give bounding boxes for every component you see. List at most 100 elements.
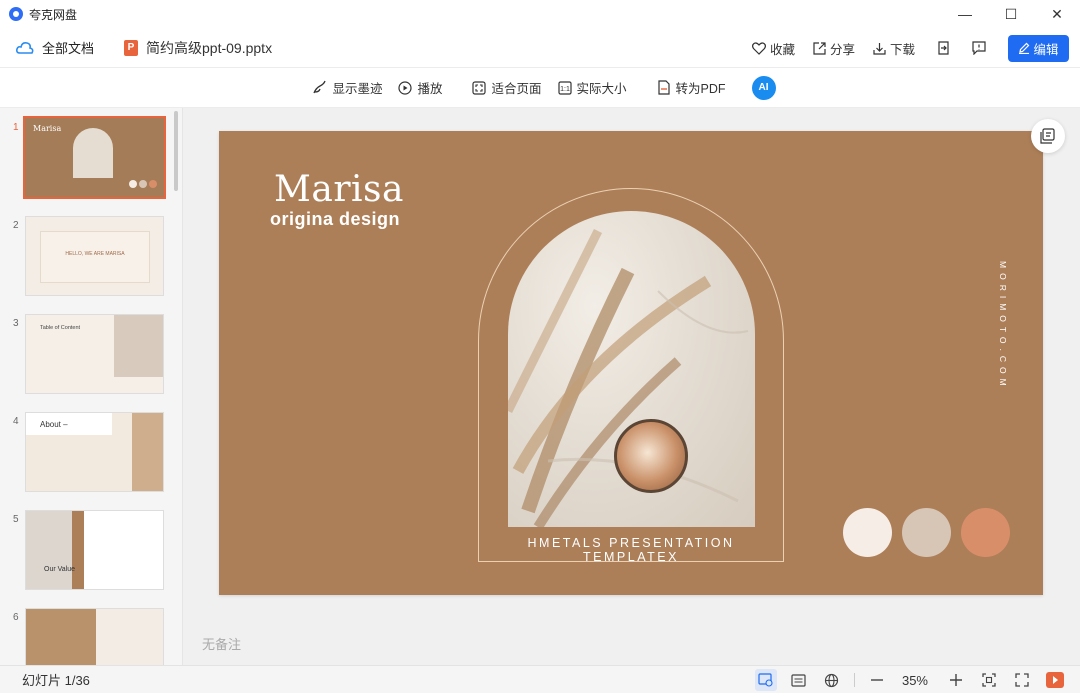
slide-thumbnail-panel: 1 Marisa 2 HELLO, WE ARE MARISA 3 Table … (0, 108, 183, 665)
plus-icon (950, 674, 962, 686)
minus-icon (870, 679, 883, 681)
fit-window-button[interactable] (978, 669, 1000, 691)
globe-icon (825, 673, 839, 687)
ai-assistant-button[interactable]: AI (751, 75, 776, 100)
web-view-button[interactable] (821, 669, 843, 691)
actual-size-icon: 1:1 (557, 80, 572, 95)
cloud-icon (16, 41, 34, 54)
zoom-in-button[interactable] (945, 669, 967, 691)
all-docs-link[interactable]: 全部文档 (42, 38, 94, 57)
thumbnail-photo (132, 413, 163, 491)
close-button[interactable]: ✕ (1034, 0, 1080, 28)
fullscreen-icon (1015, 673, 1029, 687)
normal-view-icon (758, 673, 774, 687)
arch-photo (508, 211, 755, 527)
thumbnail-item[interactable]: 4 About – (0, 412, 176, 498)
keyboard-icon (791, 673, 807, 687)
pdf-icon (657, 80, 670, 95)
thumbnail-swatch (149, 180, 157, 188)
ink-icon (313, 80, 327, 94)
color-swatch-light (843, 508, 892, 557)
thumbnail-stripe (72, 511, 84, 589)
favorite-label: 收藏 (769, 42, 795, 57)
thumbnail-slide-1[interactable]: Marisa (23, 116, 166, 199)
thumbnail-arch (73, 128, 113, 178)
thumbnail-item[interactable]: 2 HELLO, WE ARE MARISA (0, 216, 176, 302)
thumbnail-number: 4 (13, 416, 19, 427)
slideshow-play-icon (1046, 672, 1064, 688)
slide-title: Marisa (274, 169, 404, 210)
app-logo-icon (9, 7, 23, 21)
thumbnail-card (40, 231, 150, 283)
download-button[interactable]: 下载 (873, 39, 915, 58)
thumbnail-number: 6 (13, 612, 19, 623)
speaker-notes[interactable]: 无备注 (202, 634, 241, 653)
download-icon (873, 42, 886, 55)
slide-canvas: Marisa origina design HMETALS PRESENTATI… (183, 108, 1080, 665)
feedback-icon[interactable] (972, 41, 986, 55)
maximize-button[interactable]: ☐ (988, 0, 1034, 28)
title-bar: 夸克网盘 — ☐ ✕ (0, 0, 1080, 28)
thumbnail-photo (114, 315, 163, 377)
thumbnail-item[interactable]: 5 Our Value (0, 510, 176, 596)
slide-tagline: HMETALS PRESENTATION TEMPLATEX (527, 536, 735, 564)
thumbnail-title: Marisa (33, 124, 62, 133)
thumbnail-slide-6[interactable] (25, 608, 164, 665)
show-ink-button[interactable]: 显示墨迹 (312, 78, 382, 97)
slide-subtitle: origina design (270, 209, 401, 229)
share-button[interactable]: 分享 (813, 39, 855, 58)
heart-icon (751, 41, 766, 55)
notes-panel-button[interactable] (1031, 119, 1065, 153)
favorite-button[interactable]: 收藏 (751, 39, 795, 58)
slideshow-button[interactable] (1044, 669, 1066, 691)
fullscreen-button[interactable] (1011, 669, 1033, 691)
fit-page-button[interactable]: 适合页面 (472, 78, 542, 97)
play-button[interactable]: 播放 (398, 78, 442, 97)
thumbnail-title: HELLO, WE ARE MARISA (65, 251, 125, 257)
thumbnail-item[interactable]: 6 (0, 608, 176, 665)
edit-label: 编辑 (1033, 42, 1059, 57)
thumbnail-slide-2[interactable]: HELLO, WE ARE MARISA (25, 216, 164, 296)
export-icon[interactable] (937, 41, 950, 55)
thumbnail-title: Our Value (44, 566, 75, 573)
coffee-cup-image (614, 419, 688, 493)
current-slide[interactable]: Marisa origina design HMETALS PRESENTATI… (219, 131, 1043, 595)
thumbnail-slide-4[interactable]: About – (25, 412, 164, 492)
show-ink-label: 显示墨迹 (332, 82, 383, 96)
thumbnail-slide-3[interactable]: Table of Content (25, 314, 164, 394)
app-name: 夸克网盘 (29, 7, 78, 22)
thumbnail-number: 3 (13, 318, 19, 329)
notes-icon (1040, 128, 1055, 144)
convert-pdf-button[interactable]: 转为PDF (657, 78, 726, 97)
zoom-out-button[interactable] (866, 669, 888, 691)
notes-view-button[interactable] (788, 669, 810, 691)
thumbnail-swatch (129, 180, 137, 188)
thumbnail-header (26, 413, 112, 435)
document-bar: 全部文档 P 简约高级ppt-09.pptx 收藏 分享 下载 编辑 (0, 28, 1080, 68)
thumbnail-title: Table of Content (40, 325, 81, 331)
edit-button[interactable]: 编辑 (1008, 34, 1069, 62)
actual-size-button[interactable]: 1:1 实际大小 (557, 78, 627, 97)
thumbnail-photo (26, 511, 72, 589)
thumbnail-item[interactable]: 3 Table of Content (0, 314, 176, 400)
zoom-level: 35% (901, 672, 928, 688)
download-label: 下载 (889, 42, 915, 57)
play-label: 播放 (417, 82, 443, 96)
file-name: 简约高级ppt-09.pptx (146, 39, 273, 56)
thumbnail-item[interactable]: 1 Marisa (0, 116, 176, 204)
fit-page-label: 适合页面 (491, 82, 542, 96)
minimize-button[interactable]: — (942, 0, 988, 28)
thumbnail-number: 5 (13, 514, 19, 525)
svg-text:1:1: 1:1 (560, 86, 570, 93)
slide-vertical-text: MORIMOTO.COM (998, 261, 1008, 391)
color-swatch-beige (902, 508, 951, 557)
status-bar: 幻灯片 1/36 35% (0, 665, 1080, 693)
fit-page-icon (472, 80, 487, 95)
color-swatch-terracotta (961, 508, 1010, 557)
thumbnail-number: 2 (13, 220, 19, 231)
fit-window-icon (982, 673, 996, 687)
share-label: 分享 (829, 42, 855, 57)
viewer-toolbar: 显示墨迹 播放 适合页面 1:1 实际大小 转为PDF AI (0, 68, 1080, 108)
thumbnail-slide-5[interactable]: Our Value (25, 510, 164, 590)
normal-view-button[interactable] (754, 669, 777, 691)
